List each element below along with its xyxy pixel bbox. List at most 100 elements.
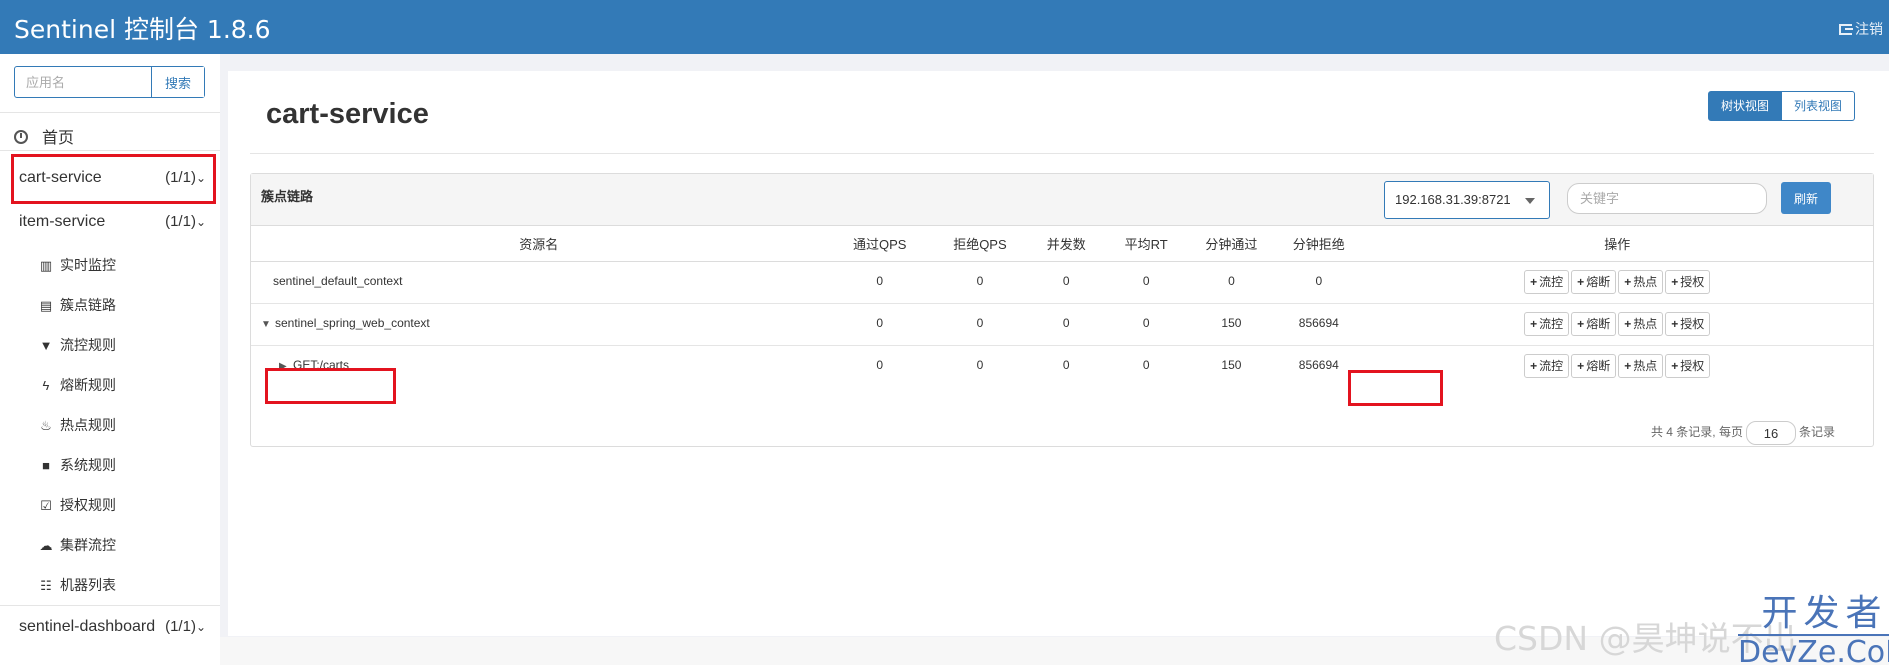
table-row: ▶ GET:/carts 0 0 0 0 150 856694 + 流控 + 熔断 + 热点… [251, 345, 1873, 387]
row-ops: + 流控 + 熔断 + 热点 + 授权 [1361, 261, 1873, 304]
row-ops: + 流控 + 熔断 + 热点 + 授权 [1361, 303, 1873, 346]
page-size-input[interactable] [1745, 421, 1796, 445]
watermark-top: 开发者 [1761, 593, 1888, 634]
resource-table: 资源名 通过QPS 拒绝QPS 并发数 平均RT 分钟通过 分钟拒绝 操作 se… [251, 226, 1873, 387]
plus-icon: + [1577, 359, 1585, 374]
column-header: 资源名 [251, 226, 827, 262]
menu-hotspot-rules[interactable]: ♨ 热点规则 [0, 405, 220, 445]
pagination: 共 4 条记录, 每页 条记录 [1651, 421, 1835, 445]
degrade-rule-button[interactable]: + 熔断 [1571, 270, 1617, 294]
view-toggle: 树状视图 列表视图 [1707, 91, 1855, 121]
refresh-button[interactable]: 刷新 [1781, 182, 1831, 214]
menu-cluster-link[interactable]: ▤ 簇点链路 [0, 285, 220, 325]
tree-view-button[interactable]: 树状视图 [1707, 91, 1782, 121]
hotspot-rule-button[interactable]: + 热点 [1618, 354, 1664, 379]
auth-rule-button[interactable]: + 授权 [1665, 270, 1711, 294]
resource-name[interactable]: ▼ sentinel_spring_web_context [251, 303, 827, 346]
cloud-icon: ☁ [39, 538, 53, 553]
plus-icon: + [1624, 275, 1632, 289]
list-view-button[interactable]: 列表视图 [1781, 91, 1855, 121]
app-name: sentinel-dashboard [19, 618, 156, 635]
menu-realtime-monitor[interactable]: ▥ 实时监控 [0, 245, 220, 285]
machine-value: 192.168.31.39:8721 [1395, 192, 1511, 207]
avg-rt: 0 [1105, 261, 1187, 304]
pager-suffix: 条记录 [1798, 425, 1835, 440]
hotspot-rule-button[interactable]: + 热点 [1618, 312, 1664, 336]
flow-rule-button[interactable]: + 流控 [1524, 312, 1570, 336]
minute-pass: 0 [1186, 261, 1277, 304]
sidebar: 搜索 首页 cart-service (1/1)⌄ item-service (… [0, 54, 220, 665]
sidebar-app-item-service[interactable]: item-service (1/1)⌄ [0, 200, 220, 244]
plus-icon: + [1530, 317, 1538, 331]
degrade-rule-button[interactable]: + 熔断 [1571, 354, 1617, 379]
top-navbar: Sentinel 控制台 1.8.6 注销 [0, 0, 1889, 54]
menu-flow-rules[interactable]: ▼ 流控规则 [0, 325, 220, 365]
table-header-row: 资源名 通过QPS 拒绝QPS 并发数 平均RT 分钟通过 分钟拒绝 操作 [251, 226, 1873, 262]
machine-select[interactable]: 192.168.31.39:8721 [1384, 181, 1550, 219]
flow-rule-button[interactable]: + 流控 [1524, 270, 1570, 294]
resource-name: sentinel_default_context [251, 261, 827, 304]
dashboard-icon [14, 130, 28, 144]
chevron-down-icon: ⌄ [195, 620, 206, 634]
chevron-down-icon: ⌄ [195, 215, 206, 229]
menu-machine-list[interactable]: ☷ 机器列表 [0, 565, 220, 605]
minute-block: 0 [1276, 261, 1362, 304]
column-header: 并发数 [1026, 226, 1106, 262]
column-header: 通过QPS [826, 226, 934, 262]
app-search: 搜索 [14, 66, 205, 98]
panel-label: 簇点链路 [261, 189, 314, 204]
brand-title[interactable]: Sentinel 控制台 1.8.6 [14, 10, 271, 46]
list-icon: ▤ [39, 298, 53, 313]
highlight-box [1348, 370, 1443, 406]
home-label: 首页 [42, 130, 75, 147]
concurrency: 0 [1026, 261, 1106, 304]
panel-header: 簇点链路 192.168.31.39:8721 刷新 [251, 174, 1873, 226]
menu-system-rules[interactable]: ■ 系统规则 [0, 445, 220, 485]
divider [0, 112, 220, 113]
sidebar-app-sentinel-dashboard[interactable]: sentinel-dashboard (1/1)⌄ [0, 605, 220, 649]
column-header: 平均RT [1105, 226, 1187, 262]
auth-rule-button[interactable]: + 授权 [1665, 312, 1711, 336]
concurrency: 0 [1062, 357, 1070, 372]
menu-label: 热点规则 [60, 417, 116, 433]
menu-degrade-rules[interactable]: ϟ 熔断规则 [0, 365, 220, 405]
plus-icon: + [1671, 359, 1679, 374]
logout-label: 注销 [1855, 21, 1883, 37]
divider [0, 150, 220, 151]
sidebar-item-home[interactable]: 首页 [14, 124, 234, 148]
fire-icon: ♨ [40, 418, 52, 433]
app-search-input[interactable] [15, 67, 151, 97]
pass-qps: 0 [876, 357, 884, 372]
plus-icon: + [1671, 275, 1679, 289]
minute-block: 856694 [1276, 303, 1362, 346]
keyword-input[interactable] [1567, 183, 1767, 214]
degrade-rule-button[interactable]: + 熔断 [1571, 312, 1617, 336]
column-header: 分钟拒绝 [1276, 226, 1362, 262]
menu-label: 机器列表 [60, 577, 116, 593]
flow-rule-button[interactable]: + 流控 [1524, 354, 1570, 379]
pager-prefix: 共 4 条记录, 每页 [1650, 425, 1743, 440]
highlight-box [265, 368, 396, 404]
menu-auth-rules[interactable]: ☑ 授权规则 [0, 485, 220, 525]
menu-label: 集群流控 [60, 537, 116, 553]
auth-rule-button[interactable]: + 授权 [1665, 354, 1711, 379]
menu-label: 流控规则 [60, 337, 116, 353]
menu-label: 簇点链路 [60, 297, 116, 313]
content-card: cart-service 树状视图 列表视图 簇点链路 192.168.31.3… [228, 71, 1889, 636]
plus-icon: + [1624, 317, 1632, 331]
bar-chart-icon: ▥ [39, 258, 53, 273]
th-list-icon: ☷ [40, 578, 52, 593]
plus-icon: + [1624, 359, 1632, 374]
hotspot-rule-button[interactable]: + 热点 [1618, 270, 1664, 294]
app-count: (1/1)⌄ [165, 618, 206, 635]
plus-icon: + [1530, 359, 1538, 374]
cluster-link-panel: 簇点链路 192.168.31.39:8721 刷新 资源名 通过QPS 拒绝Q… [250, 173, 1874, 447]
watermark-devze: 开发者 DevZe.CoM [1738, 596, 1889, 665]
table-row: sentinel_default_context 0 0 0 0 0 0 + 流控… [251, 261, 1873, 304]
menu-cluster-flow[interactable]: ☁ 集群流控 [0, 525, 220, 565]
logout-link[interactable]: 注销 [1839, 19, 1883, 39]
highlight-box [11, 154, 216, 204]
app-search-button[interactable]: 搜索 [151, 67, 204, 97]
app-name: item-service [19, 213, 106, 230]
menu-label: 系统规则 [60, 457, 116, 473]
